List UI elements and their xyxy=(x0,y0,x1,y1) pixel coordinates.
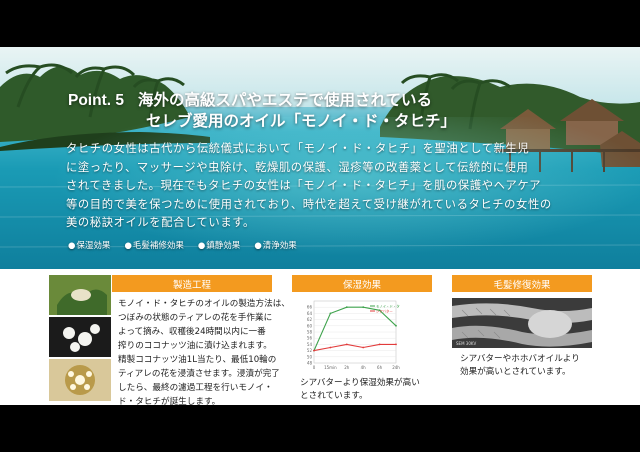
chart-legend-label: モノイ・ド・タヒチ xyxy=(376,303,400,308)
chart-y-tick-label: 56 xyxy=(307,336,313,341)
hero-banner: Point. 5 海外の高級スパやエステで使用されている セレブ愛用のオイル「モノ… xyxy=(0,47,640,269)
chart-point xyxy=(378,343,381,346)
point-title: Point. 5 海外の高級スパやエステで使用されている xyxy=(68,88,432,110)
effect-item: 鎮静効果 xyxy=(198,239,240,251)
text-line: 精製ココナッツ油1L当たり、最低10輪の xyxy=(118,355,277,365)
hair-caption: シアバターやホホバオイルより 効果が高いとされています。 xyxy=(460,353,580,379)
text-line: つぼみの状態のティアレの花を手作業に xyxy=(118,313,273,323)
chart-x-tick-label: 2h xyxy=(344,365,350,370)
chart-y-tick-label: 48 xyxy=(307,361,313,366)
text-line: 搾りのココナッツ油に漬け込まれます。 xyxy=(118,341,272,351)
caption-line: シアバターより保湿効果が高い xyxy=(300,378,420,388)
chart-legend-label: シアバター xyxy=(376,308,393,313)
title-line-2: セレブ愛用のオイル「モノイ・ド・タヒチ」 xyxy=(146,113,457,130)
chart-y-tick-label: 50 xyxy=(307,354,313,359)
text-line: ティアレの花を浸漬させます。浸漬が完了 xyxy=(118,369,280,379)
moisture-chart: 48 5052545658 60626466 0 15min 2h 4h 6h 24h モノイ・ド… xyxy=(307,300,400,370)
chart-y-tick-label: 58 xyxy=(307,330,313,335)
chart-y-tick-label: 64 xyxy=(307,311,313,316)
chart-point xyxy=(313,349,315,352)
moisture-title: 保湿効果 xyxy=(292,275,432,292)
chart-point xyxy=(395,343,397,346)
chart-point xyxy=(395,324,397,327)
chart-point xyxy=(345,343,348,346)
body-line: 等の目的で美を保つために使用されており、時代を超えて受け継がれているタヒチの女性… xyxy=(66,197,552,211)
manufacturing-photos xyxy=(49,275,111,401)
chart-point xyxy=(362,306,365,309)
text-line: よって摘み、収穫後24時間以内に一番 xyxy=(118,327,266,337)
chart-point xyxy=(329,346,332,349)
chart-x-tick-label: 4h xyxy=(361,365,367,370)
chart-x-tick-label: 24h xyxy=(392,365,400,370)
text-line: したら、最終の濾過工程を行いモノイ・ xyxy=(118,383,273,393)
caption-line: シアバターやホホバオイルより xyxy=(460,354,580,364)
caption-line: 効果が高いとされています。 xyxy=(460,367,571,377)
moisture-caption: シアバターより保湿効果が高い とされています。 xyxy=(300,377,420,403)
effect-item: 清浄効果 xyxy=(254,239,297,251)
chart-x-tick-label: 15min xyxy=(324,365,337,370)
chart-point xyxy=(345,306,348,309)
title-line-1: 海外の高級スパやエステで使用されている xyxy=(137,92,433,109)
chart-y-tick-label: 62 xyxy=(307,317,313,322)
body-line: タヒチの女性は古代から伝統儀式において「モノイ・ド・タヒチ」を聖油として新生児 xyxy=(66,142,530,155)
manufacturing-title: 製造工程 xyxy=(112,275,272,292)
chart-x-tick-label: 0 xyxy=(313,365,316,370)
effect-item: 保湿効果 xyxy=(68,239,110,251)
chart-x-tick-label: 6h xyxy=(377,365,383,370)
photo-label: SEM 30KV xyxy=(456,341,477,346)
chart-y-tick-label: 52 xyxy=(307,348,313,353)
slide: Point. 5 海外の高級スパやエステで使用されている セレブ愛用のオイル「モノ… xyxy=(0,47,640,405)
body-line: 美の秘訣オイルを配合しています。 xyxy=(66,216,255,229)
body-line: されてきました。現在でもタヒチの女性は「モノイ・ド・タヒチ」を肌の保護やヘアケア xyxy=(66,179,542,192)
point-label: Point. 5 xyxy=(68,92,124,109)
chart-point xyxy=(329,312,332,315)
text-line: モノイ・ド・タヒチのオイルの製造方法は、 xyxy=(118,299,290,309)
caption-line: とされています。 xyxy=(300,391,368,401)
chart-y-tick-label: 66 xyxy=(307,305,313,310)
hair-fiber-image: SEM 30KV xyxy=(452,298,592,348)
body-line: に塗ったり、マッサージや虫除け、乾燥肌の保護、湿疹等の改善薬として伝統的に使用 xyxy=(66,160,529,174)
effects-list: 保湿効果 毛髪補修効果 鎮静効果 清浄効果 xyxy=(68,239,297,251)
hair-title: 毛髪修復効果 xyxy=(452,275,592,292)
chart-y-tick-label: 54 xyxy=(307,342,313,347)
chart-point xyxy=(362,346,365,349)
hair-microscope-photo: SEM 30KV xyxy=(452,298,592,348)
text-line: ド・タヒチが誕生します。 xyxy=(118,397,221,405)
hero-body-text: タヒチの女性は古代から伝統儀式において「モノイ・ド・タヒチ」を聖油として新生児 … xyxy=(66,140,586,233)
effect-item: 毛髪補修効果 xyxy=(124,239,184,251)
chart-y-tick-label: 60 xyxy=(307,323,313,328)
manufacturing-text: モノイ・ド・タヒチのオイルの製造方法は、 つぼみの状態のティアレの花を手作業に … xyxy=(118,297,290,405)
